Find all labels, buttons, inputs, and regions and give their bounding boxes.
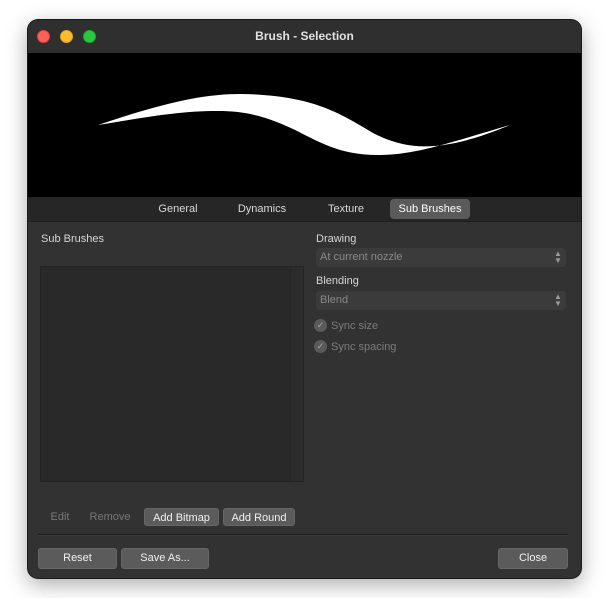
window-title: Brush - Selection [255, 29, 354, 43]
tab-bar: General Dynamics Texture Sub Brushes [28, 197, 581, 222]
blending-select-value: Blend [320, 294, 349, 306]
title-bar[interactable]: Brush - Selection [28, 20, 581, 54]
tab-texture[interactable]: Texture [318, 199, 374, 219]
close-button[interactable]: Close [498, 548, 568, 569]
edit-button[interactable]: Edit [44, 508, 76, 526]
sub-brushes-heading: Sub Brushes [41, 233, 104, 245]
up-down-chevron-icon: ▲ ▼ [554, 292, 562, 308]
add-bitmap-button[interactable]: Add Bitmap [144, 508, 219, 526]
sync-size-label: Sync size [331, 320, 379, 332]
brush-stroke-image [98, 93, 510, 155]
up-down-chevron-icon: ▲ ▼ [554, 249, 562, 265]
reset-button[interactable]: Reset [38, 548, 117, 569]
sub-brushes-list[interactable] [40, 266, 304, 482]
checkmark-icon: ✓ [314, 319, 327, 332]
blending-label: Blending [316, 275, 359, 287]
sync-spacing-checkbox[interactable]: ✓ Sync spacing [314, 340, 434, 354]
remove-button[interactable]: Remove [84, 508, 136, 526]
save-as-button[interactable]: Save As... [121, 548, 209, 569]
drawing-select-value: At current nozzle [320, 251, 403, 263]
footer-divider [38, 534, 568, 536]
add-round-button[interactable]: Add Round [223, 508, 295, 526]
blending-select[interactable]: Blend ▲ ▼ [316, 291, 566, 310]
drawing-select[interactable]: At current nozzle ▲ ▼ [316, 248, 566, 267]
sync-size-checkbox[interactable]: ✓ Sync size [314, 319, 434, 333]
checkmark-icon: ✓ [314, 340, 327, 353]
list-scrollbar[interactable] [290, 267, 303, 481]
tab-dynamics[interactable]: Dynamics [230, 199, 294, 219]
brush-stroke-preview [28, 53, 581, 197]
drawing-label: Drawing [316, 233, 357, 245]
brush-dialog: Brush - Selection General Dynamics Textu… [28, 20, 581, 578]
tab-general[interactable]: General [149, 199, 207, 219]
sync-spacing-label: Sync spacing [331, 341, 397, 353]
tab-sub-brushes[interactable]: Sub Brushes [390, 199, 470, 219]
